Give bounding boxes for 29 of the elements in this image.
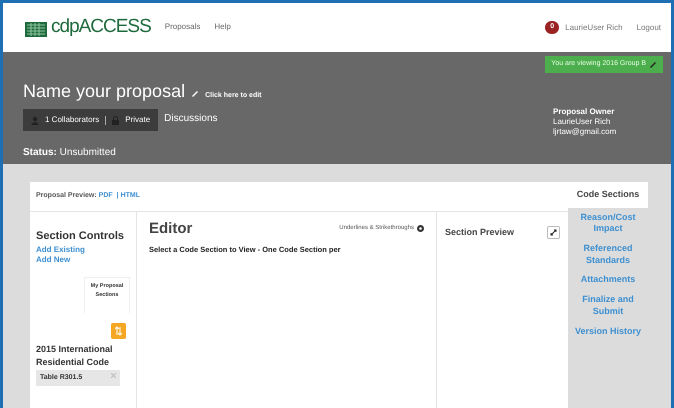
control-link[interactable]: Add New bbox=[36, 255, 130, 266]
close-icon bbox=[111, 372, 116, 378]
user-name[interactable]: LaurieUser Rich bbox=[565, 22, 623, 34]
editor-heading: Editor bbox=[149, 220, 192, 238]
nav-link[interactable]: Proposals bbox=[164, 21, 200, 33]
code-book-title: 2015 International Residential Code bbox=[36, 344, 113, 368]
owner-name: LaurieUser Rich bbox=[553, 116, 612, 128]
collaborators-count[interactable]: 1 Collaborators bbox=[45, 114, 100, 126]
lock-icon bbox=[112, 116, 120, 124]
logout-link[interactable]: Logout bbox=[636, 22, 661, 34]
nav-link[interactable]: Help bbox=[214, 21, 231, 33]
owner-email: ljrtaw@gmail.com bbox=[553, 127, 616, 138]
pencil-icon bbox=[191, 89, 200, 97]
person-icon bbox=[31, 116, 39, 124]
side-tab[interactable]: Code Sections bbox=[568, 182, 648, 208]
status-text: Status: Unsubmitted bbox=[23, 146, 117, 160]
expand-button[interactable] bbox=[547, 226, 560, 238]
owner-heading: Proposal Owner bbox=[553, 106, 616, 117]
discussions-link[interactable]: Discussions bbox=[164, 110, 218, 126]
section-preview-heading: Section Preview bbox=[445, 226, 514, 238]
proposal-title[interactable]: Name your proposal bbox=[23, 78, 186, 105]
privacy-label[interactable]: Private bbox=[125, 114, 150, 126]
section-controls-heading: Section Controls bbox=[36, 230, 126, 243]
control-link[interactable]: Add Existing bbox=[36, 244, 130, 256]
logo-text: cdpACCESS bbox=[51, 15, 151, 40]
expand-icon bbox=[550, 228, 557, 236]
sort-arrows-icon bbox=[115, 326, 122, 336]
pencil-icon bbox=[649, 60, 657, 68]
divider-icon bbox=[105, 116, 106, 124]
